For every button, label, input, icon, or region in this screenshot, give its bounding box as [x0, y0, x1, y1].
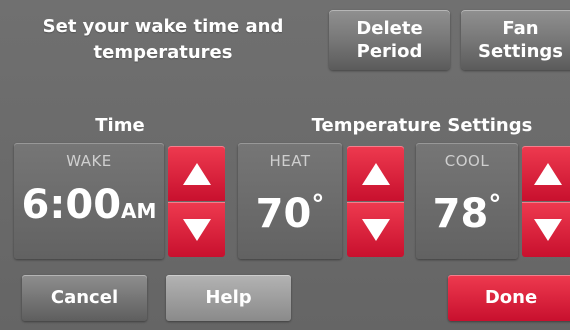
heat-value: 70	[255, 191, 312, 237]
page-title: Set your wake time and temperatures	[22, 14, 304, 66]
up-arrow-icon	[534, 162, 562, 185]
page-title-line1: Set your wake time and	[42, 16, 284, 37]
time-section-label: Time	[95, 115, 145, 136]
heat-degree: °	[311, 190, 325, 220]
down-arrow-icon	[182, 218, 211, 241]
thermostat-screen: Set your wake time and temperatures Dele…	[0, 0, 570, 330]
heat-up-button[interactable]	[347, 146, 404, 201]
page-title-line2: temperatures	[93, 42, 233, 63]
fan-settings-label-line1: Fan	[502, 18, 539, 39]
wake-time-panel: WAKE 6:00AM	[14, 143, 164, 259]
cool-down-button[interactable]	[522, 202, 570, 257]
heat-setpoint-panel: HEAT 70°	[238, 143, 342, 259]
cool-up-button[interactable]	[522, 146, 570, 201]
down-arrow-icon	[361, 218, 390, 241]
heat-down-button[interactable]	[347, 202, 404, 257]
cool-setpoint: 78°	[416, 177, 518, 242]
up-arrow-icon	[361, 162, 390, 185]
wake-caption: WAKE	[66, 152, 112, 170]
fan-settings-button[interactable]: Fan Settings	[461, 10, 570, 70]
cool-setpoint-panel: COOL 78°	[416, 143, 518, 259]
cancel-button[interactable]: Cancel	[22, 275, 147, 321]
cool-degree: °	[488, 190, 502, 220]
wake-time: 6:00	[21, 182, 122, 228]
temperature-settings-label: Temperature Settings	[311, 115, 533, 136]
cool-caption: COOL	[444, 152, 490, 170]
down-arrow-icon	[534, 218, 562, 241]
up-arrow-icon	[182, 162, 211, 185]
wake-time-up-button[interactable]	[168, 146, 225, 201]
delete-period-label-line2: Period	[356, 41, 423, 62]
delete-period-button[interactable]: Delete Period	[329, 10, 450, 70]
cool-value: 78	[432, 191, 489, 237]
heat-setpoint: 70°	[238, 177, 342, 242]
fan-settings-label-line2: Settings	[478, 41, 563, 62]
done-button[interactable]: Done	[448, 275, 570, 321]
heat-caption: HEAT	[269, 152, 311, 170]
wake-time-value: 6:00AM	[14, 177, 164, 239]
wake-time-down-button[interactable]	[168, 202, 225, 257]
help-button[interactable]: Help	[166, 275, 291, 321]
wake-ampm: AM	[121, 199, 157, 223]
delete-period-label-line1: Delete	[356, 18, 423, 39]
